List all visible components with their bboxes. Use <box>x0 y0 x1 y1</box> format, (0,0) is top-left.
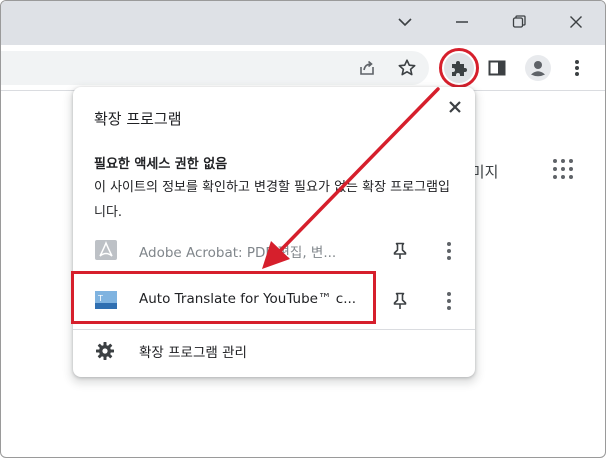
annotation-highlight-box <box>71 271 376 324</box>
pin-button[interactable] <box>389 240 411 262</box>
pin-icon <box>393 242 407 259</box>
side-panel-button[interactable] <box>482 53 512 83</box>
more-vert-icon <box>447 242 451 246</box>
popup-divider <box>73 329 475 330</box>
more-vert-icon <box>447 292 451 296</box>
bookmark-star-button[interactable] <box>392 53 422 83</box>
chevron-down-icon <box>398 18 412 27</box>
pin-button[interactable] <box>389 290 411 312</box>
title-bar <box>1 1 605 45</box>
extension-row-acrobat[interactable]: Adobe Acrobat: PDF 편집, 변... <box>73 227 475 273</box>
more-vert-icon <box>575 60 579 76</box>
browser-window: 이미지 확장 프로그램 필요한 액세스 권한 없음 이 사이트의 정보를 확인하… <box>0 0 606 458</box>
no-access-section-title: 필요한 액세스 권한 없음 <box>94 157 228 172</box>
no-access-section-desc: 이 사이트의 정보를 확인하고 변경할 필요가 없는 확장 프로그램입니다. <box>94 180 450 220</box>
manage-extensions-button[interactable]: 확장 프로그램 관리 <box>73 331 475 371</box>
profile-icon <box>525 55 551 81</box>
pin-icon <box>393 292 407 309</box>
extension-more-button[interactable] <box>439 290 459 312</box>
share-button[interactable] <box>352 53 382 83</box>
restore-button[interactable] <box>490 1 548 43</box>
browser-toolbar <box>1 45 605 91</box>
minimize-icon <box>456 21 468 23</box>
profile-button[interactable] <box>523 53 553 83</box>
popup-close-button[interactable] <box>443 95 467 119</box>
tab-search-button[interactable] <box>376 1 434 43</box>
apps-grid-icon[interactable] <box>553 159 573 179</box>
popup-title: 확장 프로그램 <box>94 110 182 128</box>
manage-extensions-label: 확장 프로그램 관리 <box>139 345 247 361</box>
restore-icon <box>512 15 526 28</box>
browser-menu-button[interactable] <box>562 53 592 83</box>
acrobat-icon <box>95 240 117 260</box>
extension-name: Adobe Acrobat: PDF 편집, 변... <box>139 245 337 261</box>
extensions-popup: 확장 프로그램 필요한 액세스 권한 없음 이 사이트의 정보를 확인하고 변경… <box>73 87 475 377</box>
close-icon <box>570 16 582 28</box>
side-panel-icon <box>488 60 506 76</box>
close-window-button[interactable] <box>547 1 605 43</box>
puzzle-icon <box>452 61 467 76</box>
close-icon <box>449 101 461 113</box>
extension-more-button[interactable] <box>439 240 459 262</box>
minimize-button[interactable] <box>433 1 491 43</box>
gear-icon <box>96 342 114 360</box>
star-icon <box>398 59 416 76</box>
share-icon <box>360 60 374 75</box>
extensions-button[interactable] <box>444 53 474 83</box>
